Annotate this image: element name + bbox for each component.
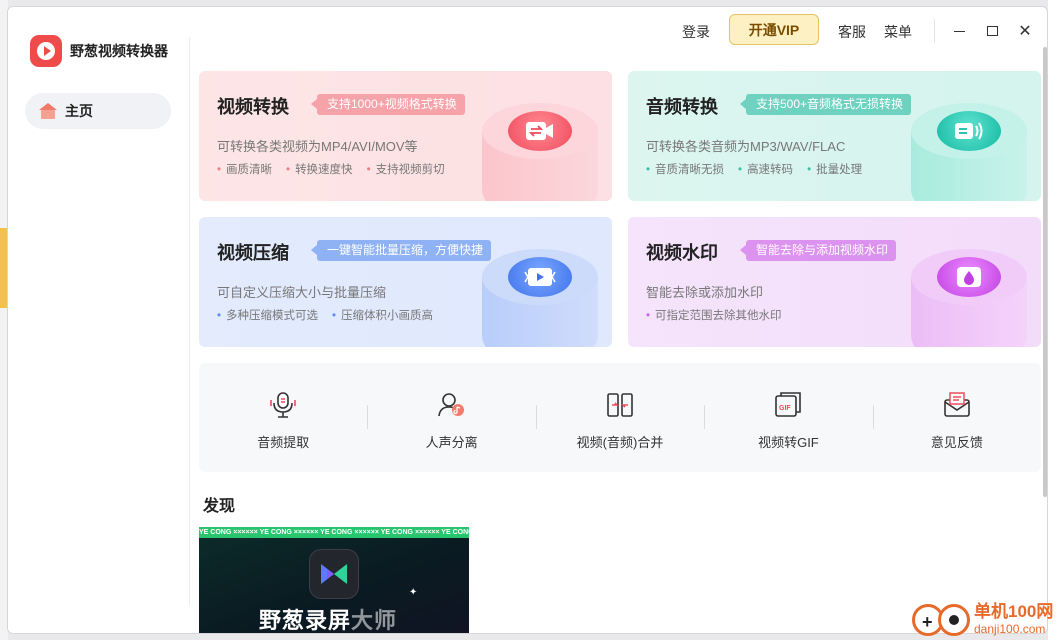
site-watermark: + 单机100网 danji100.com xyxy=(912,600,1053,638)
card-description: 智能去除或添加水印 xyxy=(646,285,764,300)
watermark-domain: danji100.com xyxy=(974,622,1046,636)
promo-title-sub: 大师 xyxy=(351,608,398,633)
sidebar: 野葱视频转换器 主页 xyxy=(8,7,190,633)
close-button[interactable]: ✕ xyxy=(1011,17,1039,45)
app-logo-icon xyxy=(30,35,62,67)
feature-item: 多种压缩模式可选 xyxy=(217,307,318,323)
feature-item: 压缩体积小画质高 xyxy=(332,307,433,323)
tool-label: 人声分离 xyxy=(425,435,478,450)
card-description: 可转换各类音频为MP3/WAV/FLAC xyxy=(646,139,846,154)
home-icon xyxy=(39,103,57,119)
merge-icon xyxy=(607,393,633,417)
card-title: 视频转换 xyxy=(217,97,289,117)
menu-link[interactable]: 菜单 xyxy=(884,22,912,42)
feature-item: 批量处理 xyxy=(807,161,862,177)
card-description: 可转换各类视频为MP4/AVI/MOV等 xyxy=(217,139,418,154)
maximize-icon xyxy=(986,26,998,36)
tool-label: 视频(音频)合并 xyxy=(576,435,664,450)
tool-audio-extract[interactable]: 音频提取 xyxy=(199,363,367,472)
app-title: 野葱视频转换器 xyxy=(70,43,168,59)
feature-item: 支持视频剪切 xyxy=(367,161,445,177)
card-video-watermark[interactable]: 视频水印 智能去除与添加视频水印 智能去除或添加水印 可指定范围去除其他水印 xyxy=(628,217,1041,347)
app-logo: 野葱视频转换器 xyxy=(30,35,168,67)
promo-banner[interactable]: YE CONG ×××××× YE CONG ×××××× YE CONG ××… xyxy=(199,527,469,633)
card-tag: 支持500+音频格式无损转换 xyxy=(739,94,912,115)
vip-button[interactable]: 开通VIP xyxy=(729,14,819,45)
customer-service-link[interactable]: 客服 xyxy=(838,22,866,42)
sidebar-item-label: 主页 xyxy=(65,103,93,119)
tool-media-merge[interactable]: 视频(音频)合并 xyxy=(535,363,704,472)
promo-title-main: 野葱录屏 xyxy=(259,608,352,633)
card-audio-convert[interactable]: 音频转换 支持500+音频格式无损转换 可转换各类音频为MP3/WAV/FLAC… xyxy=(628,71,1041,201)
discover-title: 发现 xyxy=(203,498,236,515)
feature-item: 音质清晰无损 xyxy=(646,161,724,177)
tools-row: 音频提取 人声分离 视频(音频)合并 GIF 视频转GIF 意见反馈 xyxy=(199,363,1041,472)
tool-video-to-gif[interactable]: GIF 视频转GIF xyxy=(704,363,872,472)
app-window: 野葱视频转换器 主页 登录 开通VIP 客服 菜单 ✕ 视频转换 支持1000+… xyxy=(7,6,1048,634)
tool-label: 音频提取 xyxy=(257,435,310,450)
microphone-icon xyxy=(270,392,297,418)
card-description: 可自定义压缩大小与批量压缩 xyxy=(217,285,387,300)
promo-title: 野葱录屏大师 xyxy=(259,603,398,633)
scrollbar[interactable] xyxy=(1041,47,1047,627)
watermark-site-name: 单机100网 xyxy=(974,602,1054,621)
sparkle-icon: ✦ xyxy=(409,587,418,598)
feature-item: 可指定范围去除其他水印 xyxy=(646,307,782,323)
svg-text:GIF: GIF xyxy=(779,405,791,412)
voice-separation-icon xyxy=(437,393,464,417)
audio-convert-icon xyxy=(911,103,1027,201)
desktop-backdrop-right xyxy=(1048,0,1060,640)
screen-recorder-app-icon xyxy=(309,549,359,599)
card-features: 多种压缩模式可选 压缩体积小画质高 xyxy=(217,307,433,323)
watermark-icon xyxy=(911,249,1027,347)
minimize-icon xyxy=(953,30,965,32)
card-features: 音质清晰无损 高速转码 批量处理 xyxy=(646,161,862,177)
close-icon: ✕ xyxy=(1018,23,1032,40)
card-tag: 支持1000+视频格式转换 xyxy=(311,94,465,115)
feature-item: 高速转码 xyxy=(738,161,793,177)
tool-label: 视频转GIF xyxy=(758,435,819,450)
card-title: 视频压缩 xyxy=(217,243,289,263)
tool-voice-separation[interactable]: 人声分离 xyxy=(367,363,535,472)
card-features: 可指定范围去除其他水印 xyxy=(646,307,782,323)
scrollbar-thumb[interactable] xyxy=(1043,47,1047,497)
video-convert-icon xyxy=(482,103,598,201)
maximize-button[interactable] xyxy=(978,17,1006,45)
tool-label: 意见反馈 xyxy=(930,435,983,450)
card-title: 音频转换 xyxy=(646,97,718,117)
login-link[interactable]: 登录 xyxy=(682,22,710,42)
card-title: 视频水印 xyxy=(646,243,718,263)
tool-feedback[interactable]: 意见反馈 xyxy=(872,363,1041,472)
watermark-logo-icon: + xyxy=(912,600,970,638)
feature-item: 画质清晰 xyxy=(217,161,272,177)
promo-strip: YE CONG ×××××× YE CONG ×××××× YE CONG ××… xyxy=(199,527,469,538)
sidebar-item-home[interactable]: 主页 xyxy=(25,93,171,129)
feature-item: 转换速度快 xyxy=(286,161,353,177)
feedback-mail-icon xyxy=(944,392,970,417)
gif-icon: GIF xyxy=(775,392,802,417)
topbar-divider xyxy=(934,19,935,43)
card-video-compress[interactable]: 视频压缩 一键智能批量压缩，方便快捷 可自定义压缩大小与批量压缩 多种压缩模式可… xyxy=(199,217,612,347)
video-compress-icon xyxy=(482,249,598,347)
card-video-convert[interactable]: 视频转换 支持1000+视频格式转换 可转换各类视频为MP4/AVI/MOV等 … xyxy=(199,71,612,201)
card-tag: 智能去除与添加视频水印 xyxy=(739,240,897,261)
card-tag: 一键智能批量压缩，方便快捷 xyxy=(310,240,492,261)
card-features: 画质清晰 转换速度快 支持视频剪切 xyxy=(217,161,445,177)
sidebar-divider xyxy=(189,37,190,605)
minimize-button[interactable] xyxy=(945,17,973,45)
